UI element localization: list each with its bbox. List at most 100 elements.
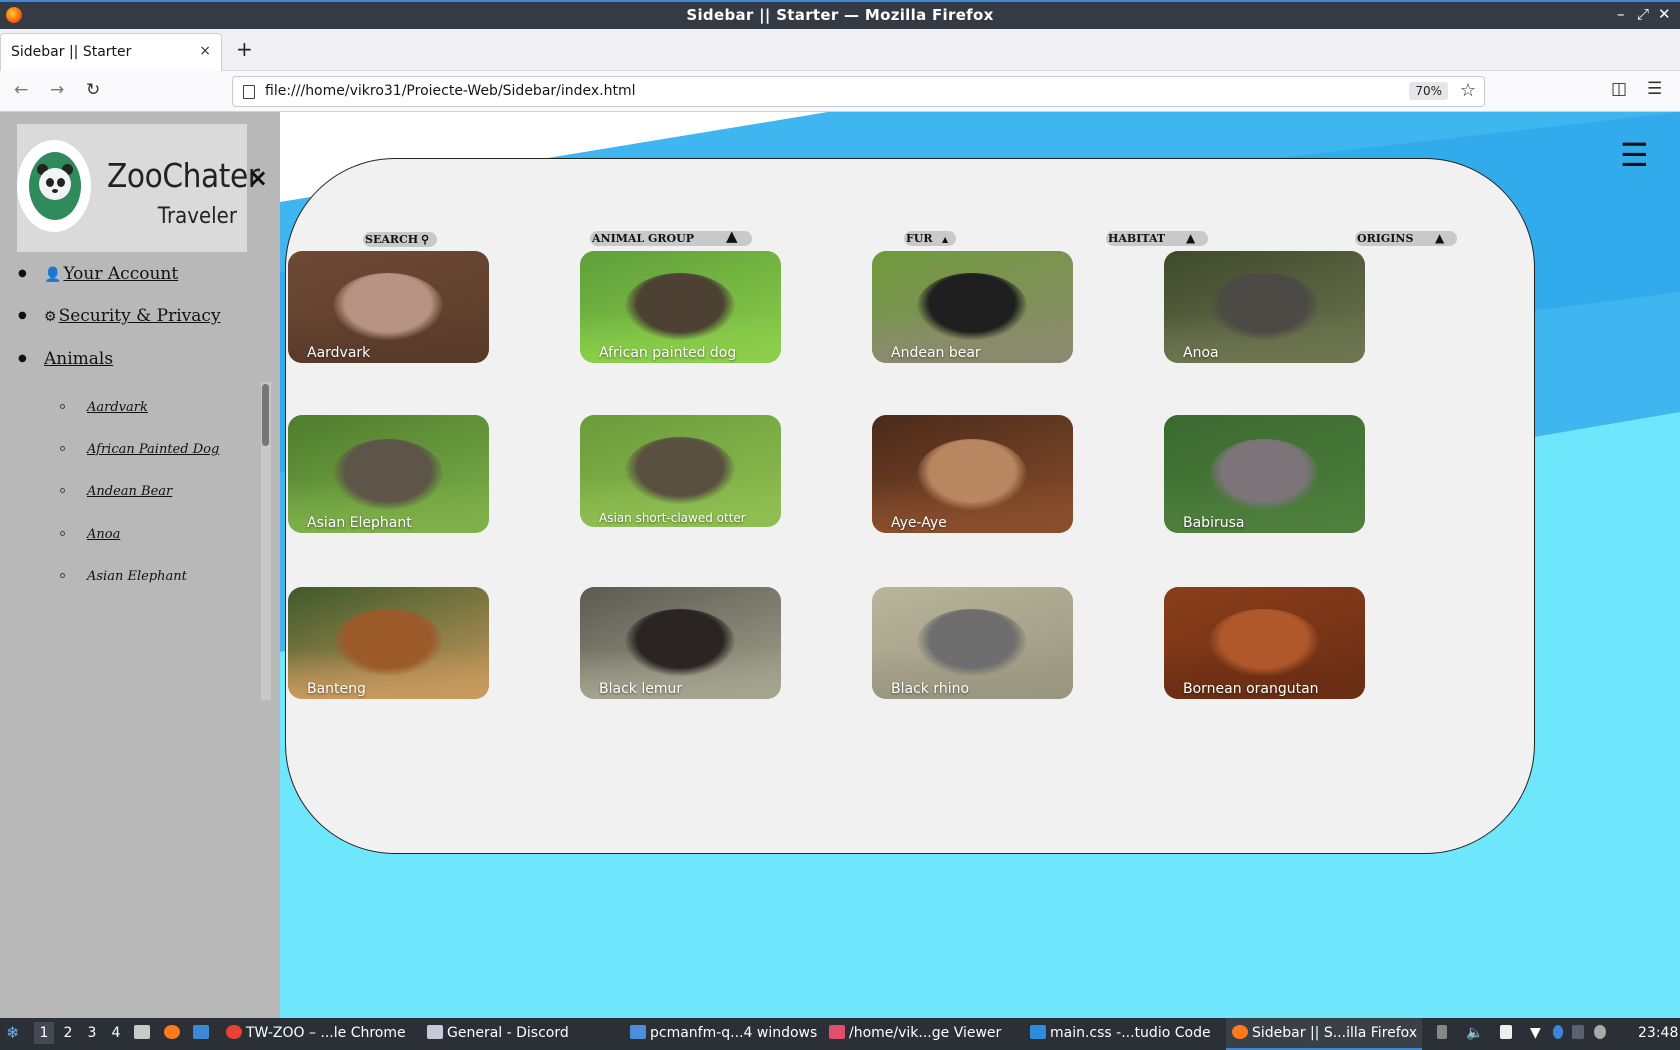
submenu-item-label: Andean Bear [87,484,173,499]
close-window-button[interactable]: ✕ [1658,5,1671,23]
reload-button[interactable]: ↻ [86,80,100,100]
search-filter-button[interactable]: SEARCH ⚲ [363,232,437,247]
brand-logo[interactable]: ZooChater Traveler [17,124,260,252]
file-manager-launcher-icon[interactable] [134,1025,154,1041]
url-text[interactable]: file:///home/vikro31/Proiecte-Web/Sideba… [265,83,636,99]
taskbar-window-firefox[interactable]: Sidebar || S...illa Firefox [1232,1025,1417,1041]
submenu-item-label: Asian Elephant [87,569,187,584]
window-title: Sidebar || Starter — Mozilla Firefox [686,6,994,24]
workspace-3[interactable]: 3 [82,1022,102,1044]
hamburger-menu-icon[interactable]: ☰ [1620,136,1649,174]
volume-tray-icon[interactable]: 🔈 [1466,1025,1483,1041]
bookmark-star-icon[interactable]: ☆ [1460,80,1476,101]
start-menu-icon[interactable]: ❄ [6,1023,19,1042]
circle-bullet [60,488,65,493]
forward-button[interactable]: → [50,80,64,100]
sort-up-arrow-icon: ▲ [942,234,949,244]
sidebar-item-label: Your Account [63,264,179,284]
taskbar-window-label: pcmanfm-q...4 windows [650,1025,818,1041]
back-button[interactable]: ← [14,80,28,100]
animal-photo-shape [917,273,1027,340]
workspace-1[interactable]: 1 [34,1022,54,1044]
settings-tray-icon[interactable] [1594,1025,1610,1041]
notification-tray-icon[interactable] [1553,1025,1567,1041]
sidebar-close-icon[interactable]: × [248,164,268,192]
panda-nose [52,189,58,193]
animal-tile-label: Aye-Aye [891,515,947,531]
animal-tile[interactable]: Aardvark [288,251,489,363]
animal-tile[interactable]: Banteng [288,587,489,699]
new-tab-button[interactable]: + [236,37,253,61]
tab-sidebar-starter[interactable]: Sidebar || Starter × [0,33,222,71]
origins-filter-button[interactable]: ORIGINS ▲ [1355,231,1457,246]
workspace-2[interactable]: 2 [58,1022,78,1044]
user-icon: 👤 [44,267,62,283]
workspace-4[interactable]: 4 [106,1022,126,1044]
zoom-level-button[interactable]: 70% [1409,82,1448,100]
animal-tile-label: Black rhino [891,681,970,697]
taskbar-window-chrome[interactable]: TW-ZOO – ...le Chrome [226,1025,406,1041]
app-menu-icon[interactable]: ☰ [1647,79,1662,99]
animal-tile[interactable]: Asian short-clawed otter [580,415,781,527]
desktop-launcher-icon[interactable] [193,1025,213,1041]
clock: 23:48 [1638,1025,1679,1041]
animal-tile[interactable]: Bornean orangutan [1164,587,1365,699]
url-bar[interactable]: file:///home/vikro31/Proiecte-Web/Sideba… [232,76,1485,107]
tab-close-icon[interactable]: × [199,43,211,59]
clipboard-tray-icon[interactable] [1500,1025,1516,1041]
taskbar-window-discord[interactable]: General - Discord [427,1025,569,1041]
os-title-bar: Sidebar || Starter — Mozilla Firefox – ⤢… [0,0,1680,29]
panda-eye [46,178,54,187]
brand-subtitle: Traveler [157,204,237,229]
habitat-filter-button[interactable]: HABITAT ▲ [1106,231,1208,246]
animal-photo-shape [625,273,735,340]
animal-gallery-card: SEARCH ⚲ ANIMAL GROUP ▲ FUR ▲ HABITAT ▲ … [285,158,1535,854]
animal-tile-label: Andean bear [891,345,981,361]
submenu-item-label: African Painted Dog [87,442,220,457]
taskbar-window-pcmanfm[interactable]: pcmanfm-q...4 windows [630,1025,817,1041]
animal-tile[interactable]: Black lemur [580,587,781,699]
animal-tile[interactable]: Anoa [1164,251,1365,363]
animal-photo-shape [917,439,1027,510]
taskbar-window-image-viewer[interactable]: /home/vik...ge Viewer [829,1025,1001,1041]
circle-bullet [60,573,65,578]
filter-label: FUR [906,232,933,245]
maximize-button[interactable]: ⤢ [1637,5,1649,23]
animal-tile[interactable]: Black rhino [872,587,1073,699]
animal-tile-label: Anoa [1183,345,1219,361]
firefox-launcher-icon[interactable] [164,1025,184,1041]
fur-filter-button[interactable]: FUR ▲ [904,231,956,246]
animal-tile[interactable]: Asian Elephant [288,415,489,533]
bullet: ● [18,268,27,279]
submenu-scrollbar-thumb[interactable] [262,384,269,446]
animal-tile[interactable]: African painted dog [580,251,781,363]
animal-tile-label: Banteng [307,681,366,697]
page-viewport: ZooChater Traveler × ● 👤 Your Account ● ⚙… [0,112,1680,1018]
animals-submenu: Aardvark African Painted Dog Andean Bear… [0,370,272,670]
panda-face [39,168,71,200]
os-taskbar: ❄ 1 2 3 4 TW-ZOO – ...le Chrome General … [0,1018,1680,1050]
screen-tray-icon[interactable] [1572,1025,1588,1041]
animal-tile-label: Babirusa [1183,515,1245,531]
animal-group-filter-button[interactable]: ANIMAL GROUP ▲ [590,227,752,246]
animal-photo-shape [333,439,443,510]
animal-photo-shape [1209,439,1319,510]
animal-photo-shape [625,609,735,676]
animal-tile[interactable]: Babirusa [1164,415,1365,533]
sort-up-arrow-icon: ▲ [726,227,738,245]
animal-tile[interactable]: Andean bear [872,251,1073,363]
sort-up-arrow-icon: ▲ [1186,231,1196,245]
brand-title: ZooChater [107,156,260,195]
pocket-icon[interactable]: ◫ [1611,79,1627,99]
battery-tray-icon[interactable] [1437,1025,1451,1041]
filter-label: SEARCH [365,233,419,246]
network-tray-icon[interactable]: ▼ [1530,1025,1541,1041]
animal-photo-shape [1209,273,1319,340]
minimize-button[interactable]: – [1617,5,1625,23]
page-icon [243,85,255,99]
animal-tile[interactable]: Aye-Aye [872,415,1073,533]
panda-eye [57,178,65,187]
animal-photo-shape [1209,609,1319,676]
taskbar-window-vscode[interactable]: main.css -...tudio Code [1030,1025,1211,1041]
taskbar-window-label: Sidebar || S...illa Firefox [1252,1025,1418,1041]
